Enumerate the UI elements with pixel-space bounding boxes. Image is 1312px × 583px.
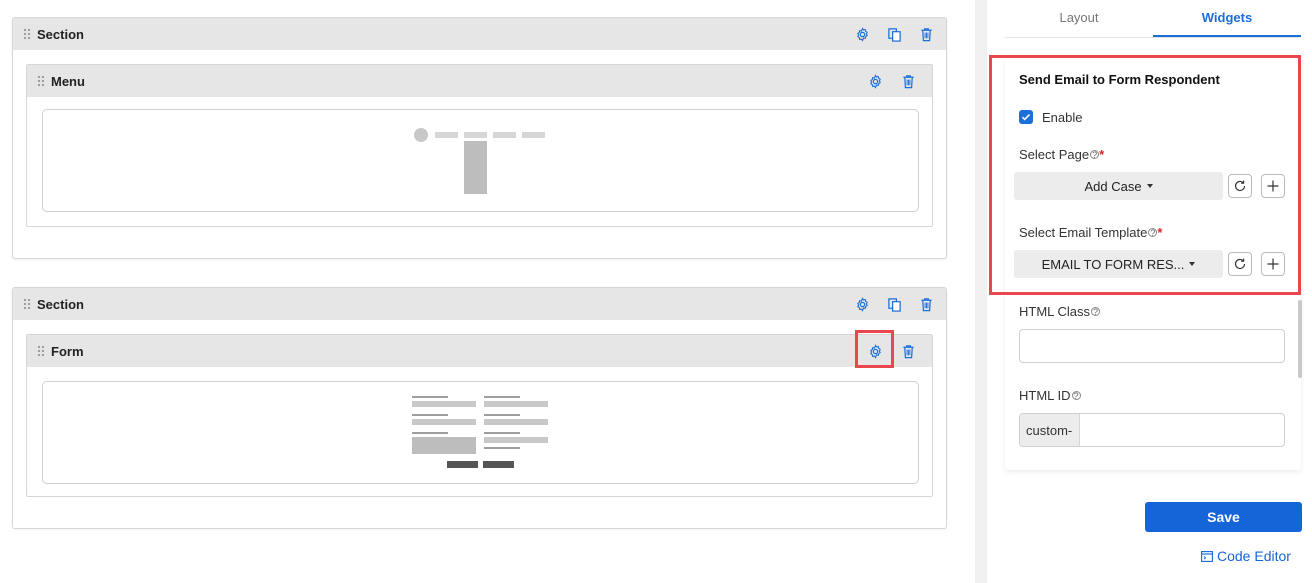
gear-highlight xyxy=(855,330,894,368)
html-id-input[interactable]: custom- xyxy=(1019,413,1285,447)
drag-handle-icon[interactable] xyxy=(37,345,45,357)
widget-header[interactable]: Menu xyxy=(27,65,932,97)
section-2[interactable]: Section Form xyxy=(12,287,947,529)
drag-handle-icon[interactable] xyxy=(23,28,31,40)
html-class-input[interactable] xyxy=(1019,329,1285,363)
section-title: Section xyxy=(37,26,84,42)
help-icon[interactable]: ? xyxy=(1091,307,1101,317)
tab-widgets[interactable]: Widgets xyxy=(1153,0,1301,37)
gear-icon[interactable] xyxy=(852,24,872,44)
menu-widget[interactable]: Menu xyxy=(26,64,933,227)
settings-panel: Layout Widgets Send Email to Form Respon… xyxy=(987,0,1312,583)
form-preview-graphic xyxy=(412,396,548,468)
section-1[interactable]: Section Menu xyxy=(12,17,947,259)
html-class-label-text: HTML Class xyxy=(1019,304,1091,319)
widget-title: Menu xyxy=(51,73,85,89)
trash-icon[interactable] xyxy=(916,24,936,44)
help-icon[interactable]: ? xyxy=(1071,391,1081,401)
widget-header[interactable]: Form xyxy=(27,335,932,367)
form-preview xyxy=(42,381,919,484)
tab-layout[interactable]: Layout xyxy=(1005,0,1153,37)
widget-title: Form xyxy=(51,343,84,359)
code-editor-label: Code Editor xyxy=(1217,548,1291,564)
html-id-label-text: HTML ID xyxy=(1019,388,1071,403)
menu-preview xyxy=(42,109,919,212)
trash-icon[interactable] xyxy=(898,341,918,361)
page-canvas: Section Menu Section Form xyxy=(0,0,975,583)
drag-handle-icon[interactable] xyxy=(23,298,31,310)
settings-highlight xyxy=(989,55,1301,295)
panel-tabs: Layout Widgets xyxy=(1005,0,1301,38)
html-id-prefix: custom- xyxy=(1020,414,1080,446)
html-id-label: HTML ID? xyxy=(1019,388,1081,403)
copy-icon[interactable] xyxy=(884,24,904,44)
section-header[interactable]: Section xyxy=(13,18,946,50)
section-header[interactable]: Section xyxy=(13,288,946,320)
code-editor-link[interactable]: Code Editor xyxy=(1201,548,1291,564)
panel-scrollbar[interactable] xyxy=(1298,300,1302,378)
html-class-label: HTML Class? xyxy=(1019,304,1101,319)
section-title: Section xyxy=(37,296,84,312)
drag-handle-icon[interactable] xyxy=(37,75,45,87)
panel-divider xyxy=(975,0,987,583)
trash-icon[interactable] xyxy=(898,71,918,91)
trash-icon[interactable] xyxy=(916,294,936,314)
copy-icon[interactable] xyxy=(884,294,904,314)
gear-icon[interactable] xyxy=(852,294,872,314)
menu-preview-graphic xyxy=(414,128,545,194)
code-editor-icon xyxy=(1201,550,1213,562)
save-button[interactable]: Save xyxy=(1145,502,1302,532)
form-widget[interactable]: Form xyxy=(26,334,933,497)
gear-icon[interactable] xyxy=(865,71,885,91)
